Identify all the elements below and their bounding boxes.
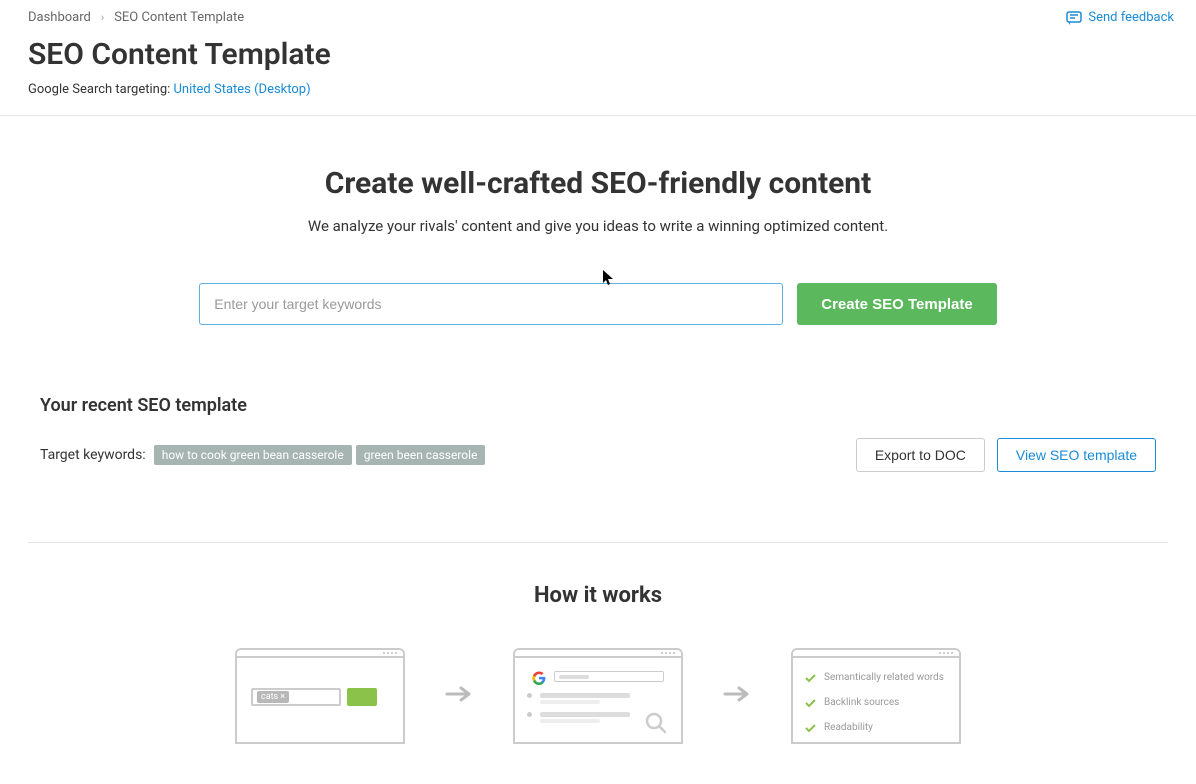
close-icon: × (280, 692, 285, 702)
targeting-link[interactable]: United States (Desktop) (174, 82, 311, 97)
feedback-label: Send feedback (1088, 10, 1174, 25)
feedback-icon (1066, 11, 1082, 25)
sample-button-icon (347, 688, 377, 706)
targeting-prefix: Google Search targeting: (28, 82, 174, 97)
feature-text: Readability (824, 722, 873, 733)
keywords-input[interactable] (199, 283, 783, 325)
check-icon (805, 668, 816, 687)
hero-subtitle: We analyze your rivals' content and give… (28, 217, 1168, 235)
chevron-right-icon: › (101, 11, 104, 24)
send-feedback-link[interactable]: Send feedback (1066, 10, 1174, 25)
target-keywords-label: Target keywords: (40, 447, 146, 463)
view-template-button[interactable]: View SEO template (997, 438, 1156, 472)
google-logo-icon (532, 670, 546, 684)
breadcrumb-root[interactable]: Dashboard (28, 10, 91, 25)
step-2-illustration (513, 648, 683, 744)
check-icon (805, 718, 816, 737)
hero-title: Create well-crafted SEO-friendly content (28, 166, 1168, 201)
feature-text: Semantically related words (824, 672, 944, 683)
arrow-right-icon (723, 684, 751, 708)
page-title: SEO Content Template (28, 37, 1168, 72)
create-template-button[interactable]: Create SEO Template (797, 283, 996, 325)
step-3-illustration: Semantically related words Backlink sour… (791, 648, 961, 744)
check-icon (805, 743, 816, 744)
breadcrumb: Dashboard › SEO Content Template (28, 10, 1168, 25)
check-icon (805, 693, 816, 712)
recent-heading: Your recent SEO template (40, 395, 1156, 416)
keyword-tag: how to cook green bean casserole (154, 445, 352, 465)
breadcrumb-current: SEO Content Template (114, 10, 244, 25)
keyword-tag: green been casserole (356, 445, 486, 465)
feature-text: Backlink sources (824, 697, 899, 708)
export-doc-button[interactable]: Export to DOC (856, 438, 985, 472)
targeting-info: Google Search targeting: United States (… (28, 82, 1168, 97)
divider (28, 542, 1168, 543)
sample-chip: cats× (257, 691, 289, 703)
arrow-right-icon (445, 684, 473, 708)
step-1-illustration: cats× (235, 648, 405, 744)
how-it-works-heading: How it works (28, 583, 1168, 608)
search-bar-icon (554, 671, 664, 682)
magnifier-icon (643, 710, 669, 740)
